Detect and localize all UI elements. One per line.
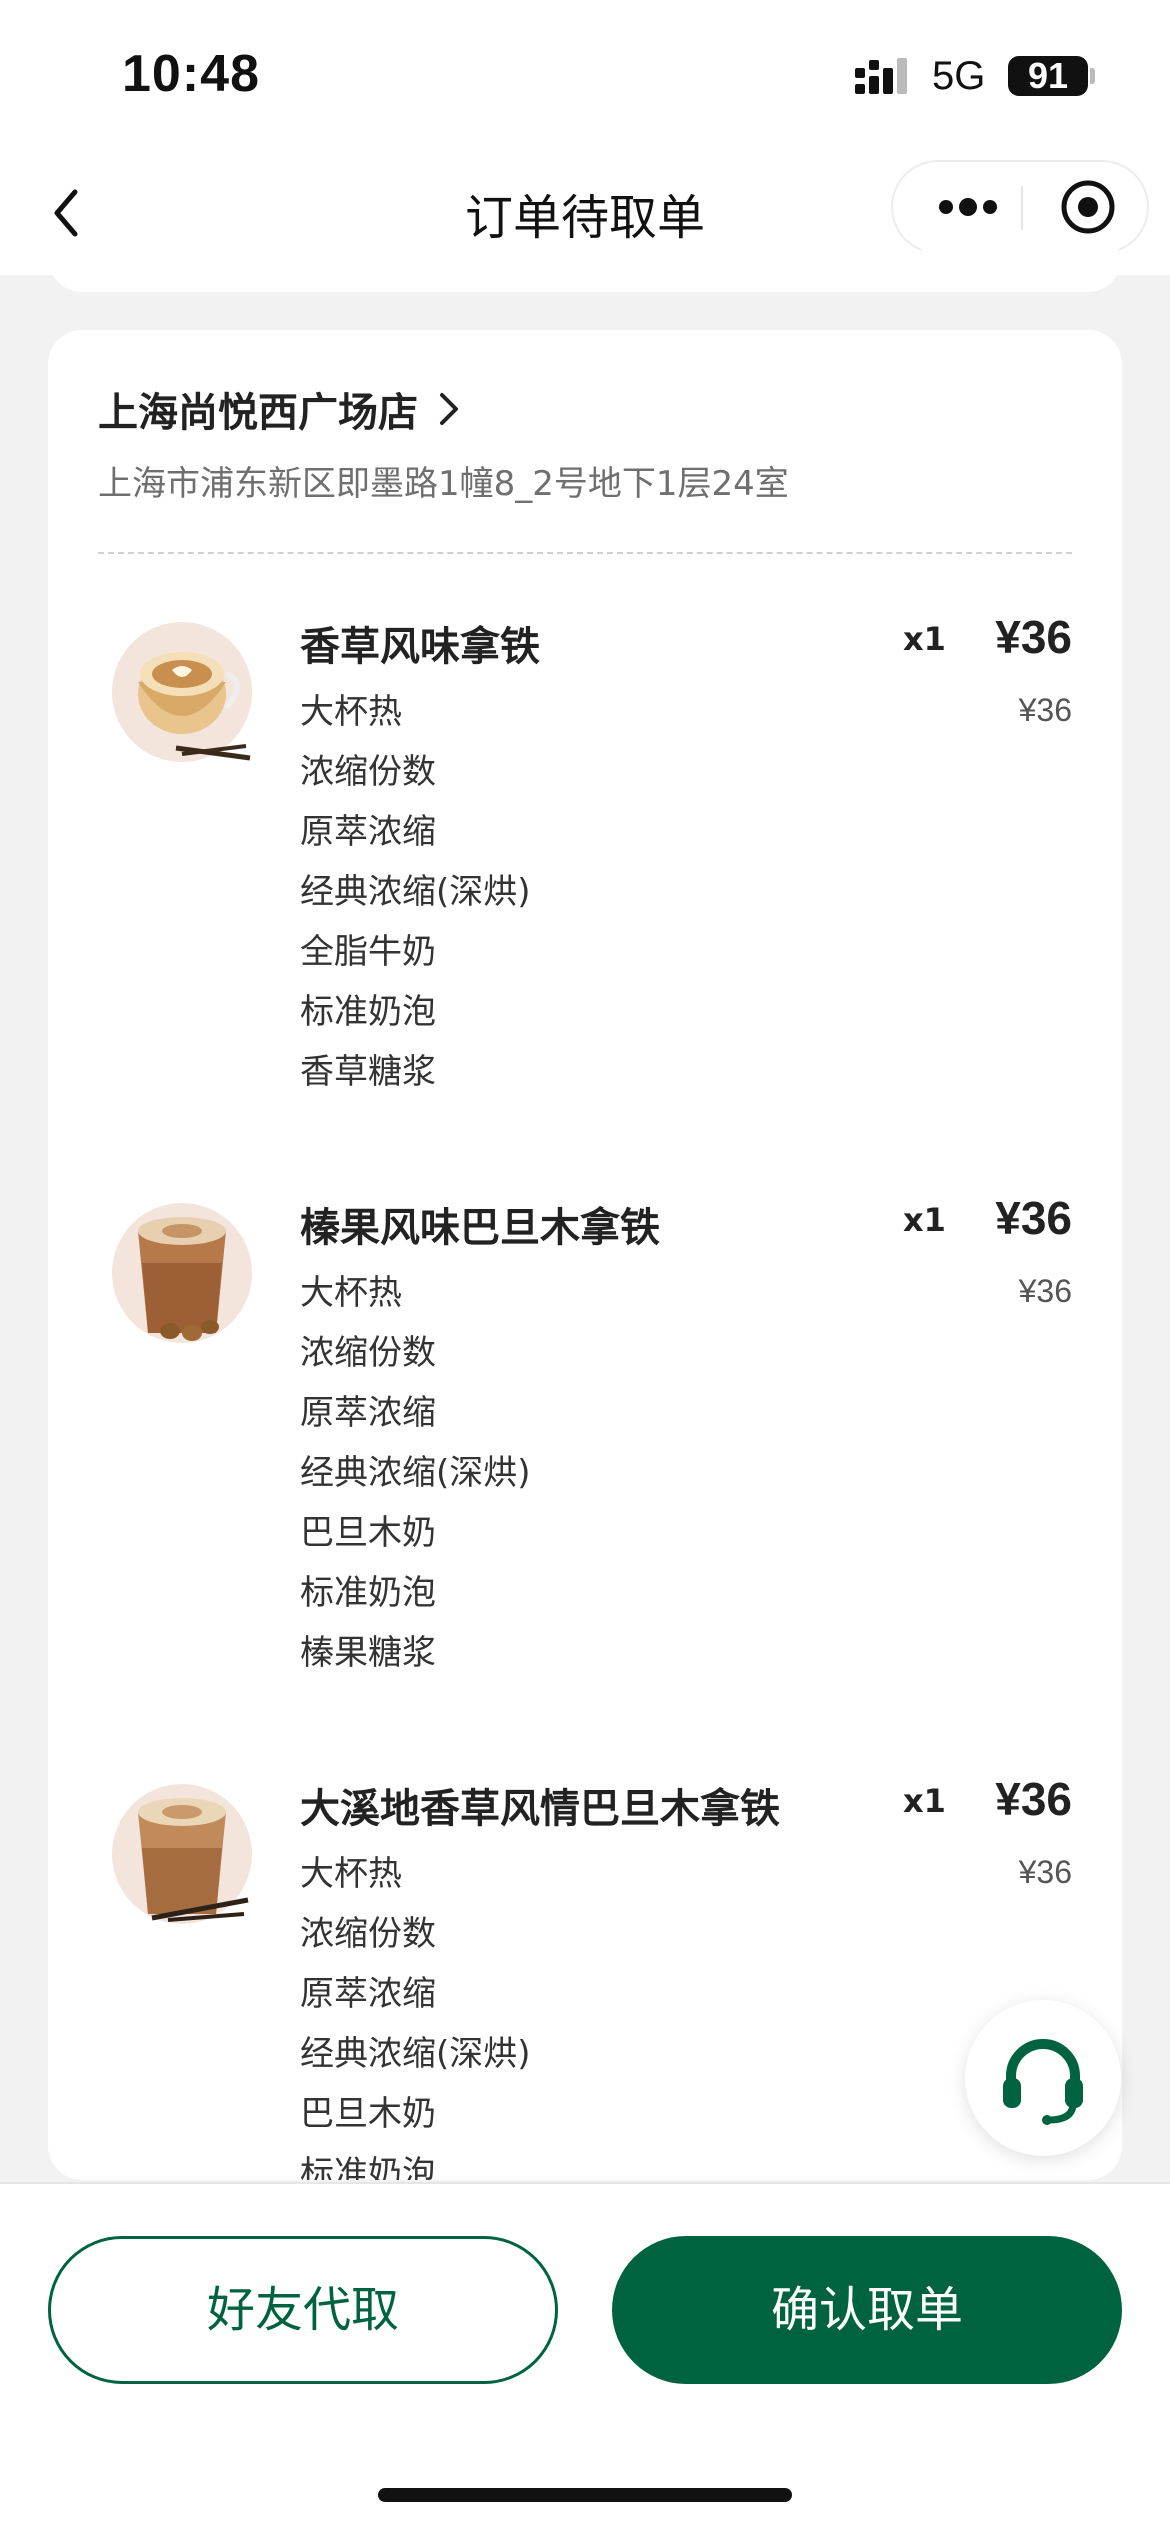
item-price: ¥36 [995, 1192, 1072, 1244]
item-option: 全脂牛奶 [300, 932, 436, 972]
order-item: 大溪地香草风情巴旦木拿铁 x1 ¥36 ¥36 大杯热 浓缩份数 原萃浓缩 经典… [48, 1754, 1122, 2180]
latte-image [112, 1203, 252, 1343]
item-options: 大杯热 浓缩份数 原萃浓缩 经典浓缩(深烘) 巴旦木奶 标准奶泡 榛果糖浆 [300, 1263, 531, 1683]
item-quantity: x1 [903, 1201, 946, 1239]
item-name: 大溪地香草风情巴旦木拿铁 [300, 1786, 780, 1832]
item-quantity: x1 [903, 1782, 946, 1820]
item-option: 巴旦木奶 [300, 1513, 436, 1553]
friend-pickup-button[interactable]: 好友代取 [48, 2236, 558, 2384]
item-option: 大杯热 [300, 692, 402, 732]
bottom-action-bar: 好友代取 确认取单 [0, 2182, 1170, 2532]
target-close-icon [1061, 180, 1115, 234]
item-unit-price: ¥36 [1018, 1854, 1072, 1890]
previous-card [48, 250, 1122, 292]
mini-program-capsule [891, 160, 1149, 254]
divider [98, 552, 1072, 554]
item-option: 原萃浓缩 [300, 1974, 436, 2014]
item-option: 标准奶泡 [300, 1573, 436, 1613]
item-name: 榛果风味巴旦木拿铁 [300, 1205, 660, 1251]
status-bar: 10:48 5G 91 [0, 0, 1170, 150]
item-option: 浓缩份数 [300, 1914, 436, 1954]
item-option: 浓缩份数 [300, 1333, 436, 1373]
home-indicator [378, 2488, 792, 2502]
latte-image [112, 1784, 252, 1924]
item-option: 标准奶泡 [300, 992, 436, 1032]
network-type: 5G [932, 54, 986, 98]
item-option: 原萃浓缩 [300, 812, 436, 852]
item-unit-price: ¥36 [1018, 692, 1072, 728]
capsule-divider [1021, 186, 1023, 230]
close-miniprogram-button[interactable] [1043, 162, 1133, 252]
item-option: 榛果糖浆 [300, 1633, 436, 1673]
item-unit-price: ¥36 [1018, 1273, 1072, 1309]
item-options: 大杯热 浓缩份数 原萃浓缩 经典浓缩(深烘) 全脂牛奶 标准奶泡 香草糖浆 [300, 682, 531, 1102]
item-name: 香草风味拿铁 [300, 624, 540, 670]
item-option: 经典浓缩(深烘) [300, 872, 531, 912]
confirm-pickup-button[interactable]: 确认取单 [612, 2236, 1122, 2384]
item-price: ¥36 [995, 1773, 1072, 1825]
more-dots-icon [939, 198, 997, 216]
item-options: 大杯热 浓缩份数 原萃浓缩 经典浓缩(深烘) 巴旦木奶 标准奶泡 [300, 1844, 531, 2180]
item-option: 香草糖浆 [300, 1052, 436, 1092]
chevron-right-icon [438, 389, 468, 429]
item-option: 浓缩份数 [300, 752, 436, 792]
item-option: 大杯热 [300, 1273, 402, 1313]
item-option: 原萃浓缩 [300, 1393, 436, 1433]
item-option: 大杯热 [300, 1854, 402, 1894]
battery-cap [1090, 68, 1095, 84]
item-option: 经典浓缩(深烘) [300, 1453, 531, 1493]
item-option: 经典浓缩(深烘) [300, 2034, 531, 2074]
status-time: 10:48 [122, 45, 260, 103]
item-quantity: x1 [903, 620, 946, 658]
more-button[interactable] [923, 162, 1013, 252]
order-card: 上海尚悦西广场店 上海市浦东新区即墨路1幢8_2号地下1层24室 香草风味拿铁 … [48, 330, 1122, 2180]
customer-service-button[interactable] [965, 2000, 1121, 2156]
order-item: 榛果风味巴旦木拿铁 x1 ¥36 ¥36 大杯热 浓缩份数 原萃浓缩 经典浓缩(… [48, 1173, 1122, 1733]
headset-icon [1003, 2039, 1083, 2125]
item-option: 巴旦木奶 [300, 2094, 436, 2134]
order-item: 香草风味拿铁 x1 ¥36 ¥36 大杯热 浓缩份数 原萃浓缩 经典浓缩(深烘)… [48, 592, 1122, 1152]
battery-icon: 91 [1008, 56, 1088, 96]
item-price: ¥36 [995, 611, 1072, 663]
item-option: 标准奶泡 [300, 2154, 436, 2180]
store-name: 上海尚悦西广场店 [98, 390, 418, 436]
latte-image [112, 622, 252, 762]
signal-icon [855, 58, 907, 94]
store-address: 上海市浦东新区即墨路1幢8_2号地下1层24室 [98, 464, 789, 504]
store-link[interactable]: 上海尚悦西广场店 [98, 380, 468, 438]
